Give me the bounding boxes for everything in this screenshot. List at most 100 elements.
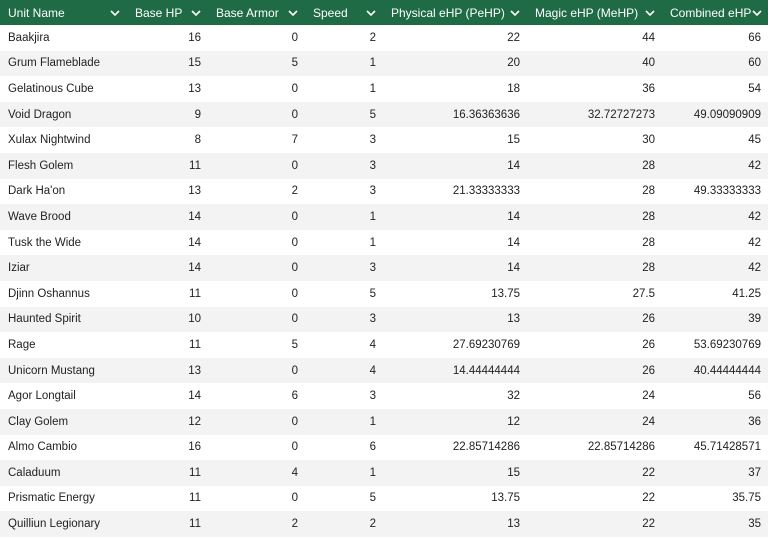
table-row[interactable]: Unicorn Mustang 13 0 4 14.44444444 26 40.44444… — [0, 357, 768, 384]
cell-base-hp: 9 — [194, 108, 201, 121]
cell-base-armor: 0 — [291, 415, 298, 428]
cell-speed: 1 — [369, 57, 376, 70]
column-header-label: Combined eHP — [670, 5, 752, 20]
table-row[interactable]: Caladuum 11 4 1 15 22 37 — [0, 460, 768, 486]
table-row[interactable]: Baakjira 16 0 2 22 44 66 — [0, 25, 768, 51]
table-row[interactable]: Iziar 14 0 3 14 28 42 — [0, 255, 768, 281]
cell-combined-ehp: 35 — [748, 518, 761, 531]
column-header-physical-ehp[interactable]: Physical eHP (PeHP) — [383, 0, 527, 25]
column-header-label: Magic eHP (MeHP) — [535, 5, 639, 20]
cell-physical-ehp: 14 — [507, 262, 520, 275]
cell-base-armor: 5 — [291, 57, 298, 70]
chevron-down-icon[interactable] — [109, 7, 121, 19]
cell-magic-ehp: 26 — [642, 313, 655, 326]
column-header-base-armor[interactable]: Base Armor — [208, 0, 305, 25]
column-header-speed[interactable]: Speed — [305, 0, 383, 25]
cell-combined-ehp: 37 — [748, 466, 761, 479]
table-row[interactable]: Xulax Nightwind 8 7 3 15 30 45 — [0, 127, 768, 153]
cell-speed: 3 — [369, 134, 376, 147]
cell-unit-name: Baakjira — [8, 31, 50, 44]
cell-magic-ehp: 28 — [642, 262, 655, 275]
cell-base-hp: 8 — [194, 134, 201, 147]
cell-base-armor: 7 — [291, 134, 298, 147]
cell-magic-ehp: 27.5 — [632, 287, 655, 300]
cell-base-hp: 11 — [189, 287, 201, 300]
column-header-unit-name[interactable]: Unit Name — [0, 0, 127, 25]
cell-base-armor: 0 — [291, 210, 298, 223]
cell-combined-ehp: 53.69230769 — [693, 338, 761, 351]
cell-speed: 1 — [369, 236, 376, 249]
cell-base-armor: 0 — [291, 262, 298, 275]
chevron-down-icon[interactable] — [751, 7, 763, 19]
cell-unit-name: Caladuum — [8, 466, 61, 479]
table-body: Baakjira 16 0 2 22 44 66 Grum Flameblade 15 5 1 20 4… — [0, 25, 768, 537]
cell-speed: 2 — [369, 31, 376, 44]
chevron-down-icon[interactable] — [509, 7, 521, 19]
cell-physical-ehp: 21.33333333 — [452, 185, 520, 198]
cell-speed: 3 — [369, 313, 376, 326]
cell-physical-ehp: 14 — [507, 210, 520, 223]
cell-speed: 5 — [369, 108, 376, 121]
table-row[interactable]: Djinn Oshannus 11 0 5 13.75 27.5 41.25 — [0, 281, 768, 307]
cell-combined-ehp: 45 — [748, 134, 761, 147]
column-header-magic-ehp[interactable]: Magic eHP (MeHP) — [527, 0, 662, 25]
cell-physical-ehp: 15 — [507, 134, 520, 147]
table-row[interactable]: Flesh Golem 11 0 3 14 28 42 — [0, 152, 768, 179]
cell-physical-ehp: 20 — [507, 57, 520, 70]
table-row[interactable]: Agor Longtail 14 6 3 32 24 56 — [0, 383, 768, 409]
cell-base-armor: 0 — [291, 236, 298, 249]
cell-physical-ehp: 13 — [507, 313, 520, 326]
cell-base-hp: 11 — [189, 159, 201, 172]
table-row[interactable]: Void Dragon 9 0 5 16.36363636 32.72727273 49.0… — [0, 101, 768, 128]
cell-base-hp: 16 — [188, 31, 201, 44]
table-row[interactable]: Gelatinous Cube 13 0 1 18 36 54 — [0, 76, 768, 102]
table-row[interactable]: Dark Ha'on 13 2 3 21.33333333 28 49.33333333 — [0, 179, 768, 205]
cell-physical-ehp: 14.44444444 — [452, 364, 520, 377]
table-row[interactable]: Quilliun Legionary 11 2 2 13 22 35 — [0, 511, 768, 537]
table-row[interactable]: Clay Golem 12 0 1 12 24 36 — [0, 408, 768, 435]
cell-combined-ehp: 41.25 — [732, 287, 761, 300]
chevron-down-icon[interactable] — [287, 7, 299, 19]
cell-base-hp: 14 — [188, 390, 201, 403]
cell-base-armor: 0 — [291, 441, 298, 454]
cell-magic-ehp: 30 — [642, 134, 655, 147]
cell-base-hp: 14 — [188, 236, 201, 249]
cell-combined-ehp: 39 — [748, 313, 761, 326]
table-row[interactable]: Rage 11 5 4 27.69230769 26 53.69230769 — [0, 332, 768, 358]
table-row[interactable]: Haunted Spirit 10 0 3 13 26 39 — [0, 306, 768, 333]
cell-base-hp: 11 — [189, 518, 201, 531]
cell-unit-name: Void Dragon — [8, 108, 72, 121]
table-row[interactable]: Grum Flameblade 15 5 1 20 40 60 — [0, 50, 768, 77]
chevron-down-icon[interactable] — [644, 7, 656, 19]
cell-physical-ehp: 15 — [507, 466, 520, 479]
chevron-down-icon[interactable] — [365, 7, 377, 19]
cell-magic-ehp: 28 — [642, 159, 655, 172]
cell-combined-ehp: 36 — [748, 415, 761, 428]
cell-base-armor: 0 — [291, 82, 298, 95]
table-row[interactable]: Tusk the Wide 14 0 1 14 28 42 — [0, 230, 768, 256]
column-header-combined-ehp[interactable]: Combined eHP — [662, 0, 768, 25]
column-header-base-hp[interactable]: Base HP — [127, 0, 208, 25]
cell-base-hp: 11 — [189, 338, 201, 351]
cell-base-hp: 11 — [189, 492, 201, 505]
column-header-label: Base HP — [135, 5, 183, 20]
cell-unit-name: Wave Brood — [8, 210, 71, 223]
table-row[interactable]: Wave Brood 14 0 1 14 28 42 — [0, 204, 768, 230]
cell-physical-ehp: 13 — [507, 518, 520, 531]
cell-base-armor: 5 — [291, 338, 298, 351]
cell-magic-ehp: 44 — [642, 31, 655, 44]
cell-magic-ehp: 22 — [642, 518, 655, 531]
cell-magic-ehp: 36 — [642, 82, 655, 95]
table-row[interactable]: Almo Cambio 16 0 6 22.85714286 22.85714286 45.… — [0, 435, 768, 461]
cell-magic-ehp: 24 — [642, 415, 655, 428]
cell-speed: 2 — [369, 518, 376, 531]
cell-combined-ehp: 40.44444444 — [693, 364, 761, 377]
chevron-down-icon[interactable] — [190, 7, 202, 19]
column-header-label: Physical eHP (PeHP) — [391, 5, 505, 20]
cell-speed: 1 — [369, 82, 376, 95]
cell-combined-ehp: 42 — [748, 262, 761, 275]
cell-unit-name: Iziar — [8, 262, 30, 275]
cell-magic-ehp: 22.85714286 — [587, 441, 655, 454]
cell-speed: 4 — [369, 364, 376, 377]
table-row[interactable]: Prismatic Energy 11 0 5 13.75 22 35.75 — [0, 486, 768, 512]
